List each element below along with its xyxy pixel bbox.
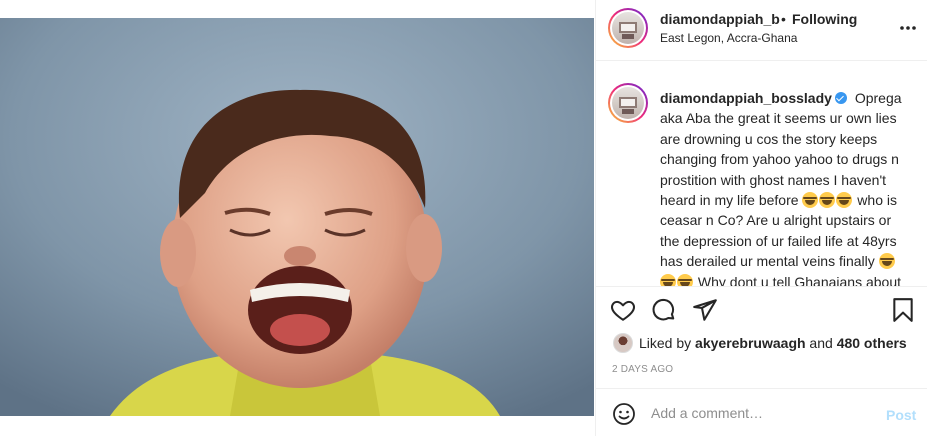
laughing-emoji-icon xyxy=(677,273,693,286)
comment-icon[interactable] xyxy=(651,297,677,323)
share-icon[interactable] xyxy=(692,297,718,323)
bookmark-icon[interactable] xyxy=(890,297,916,323)
laughing-emoji-icon xyxy=(819,192,836,209)
liker-avatar[interactable] xyxy=(613,333,633,353)
laughing-emoji-icon xyxy=(836,192,853,209)
post-media[interactable] xyxy=(0,18,594,416)
comment-input[interactable] xyxy=(651,401,871,425)
likes-prefix: Liked by xyxy=(639,335,696,351)
post-photo xyxy=(0,18,594,416)
backdrop-bottom xyxy=(0,416,594,436)
add-comment-bar: Post xyxy=(596,388,927,437)
likes-middle: and xyxy=(805,335,837,351)
laughing-emoji-icon xyxy=(878,253,895,270)
likes-summary: Liked by akyerebruwaagh and 480 others xyxy=(596,330,927,356)
more-horizontal-icon[interactable] xyxy=(898,18,918,38)
liker-username[interactable]: akyerebruwaagh xyxy=(695,335,806,351)
heart-icon[interactable] xyxy=(610,297,636,323)
author-username[interactable]: diamondappiah_bossla xyxy=(660,11,780,27)
laughing-emoji-icon xyxy=(802,192,819,209)
post-header: diamondappiah_bossla • Following East Le… xyxy=(596,0,927,61)
post-timestamp[interactable]: 2 DAYS AGO xyxy=(612,364,673,375)
likes-others-link[interactable]: 480 others xyxy=(837,335,907,351)
caption-avatar[interactable] xyxy=(608,83,648,123)
caption-part-3: Why dont u tell Ghanaians about the mone… xyxy=(697,273,902,286)
separator-dot: • xyxy=(781,11,786,27)
likes-text: Liked by akyerebruwaagh and 480 others xyxy=(639,335,907,351)
laughing-emoji-icon xyxy=(660,273,676,286)
verified-badge-icon xyxy=(834,92,847,104)
post-location[interactable]: East Legon, Accra-Ghana xyxy=(660,31,797,45)
post-modal: diamondappiah_bossla • Following East Le… xyxy=(0,0,927,436)
caption-text: diamondappiah_bosslady Oprega aka Aba th… xyxy=(660,88,902,286)
post-comment-button[interactable]: Post xyxy=(886,407,916,423)
caption-username[interactable]: diamondappiah_bosslady xyxy=(660,90,832,106)
caption-part-1: Oprega aka Aba the great it seems ur own… xyxy=(660,90,902,209)
backdrop-top xyxy=(0,0,594,18)
smiley-icon[interactable] xyxy=(612,402,636,426)
following-button[interactable]: Following xyxy=(792,11,857,27)
post-sidebar: diamondappiah_bossla • Following East Le… xyxy=(595,0,927,436)
author-avatar[interactable] xyxy=(608,8,648,48)
caption-scroll-area[interactable]: diamondappiah_bosslady Oprega aka Aba th… xyxy=(596,61,927,286)
